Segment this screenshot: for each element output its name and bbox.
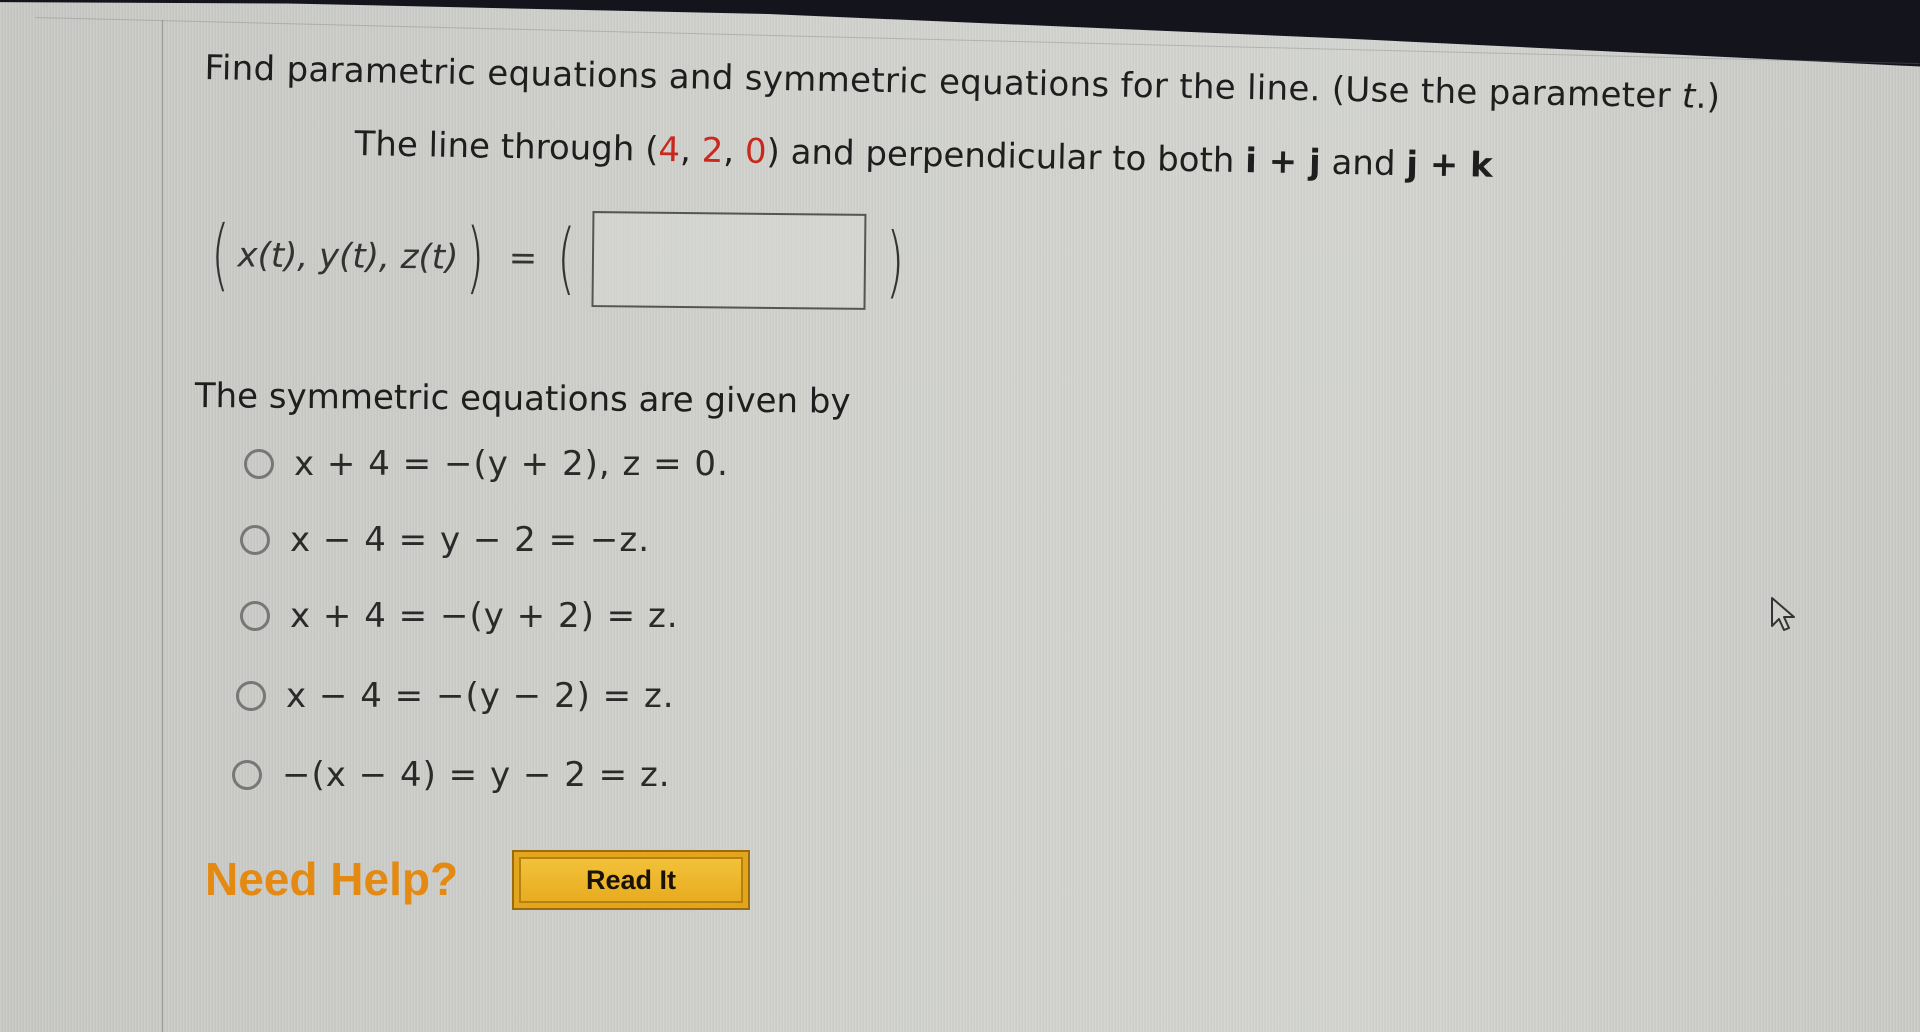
option-label: x + 4 = −(y + 2), z = 0. — [294, 444, 729, 484]
option-label: x − 4 = −(y − 2) = z. — [286, 676, 675, 716]
mouse-pointer-icon — [1771, 597, 1795, 631]
radio-button[interactable] — [240, 601, 270, 631]
point-open: ( — [644, 129, 659, 170]
left-panel-divider — [162, 20, 163, 1032]
point-y: 2 — [701, 130, 724, 172]
parametric-left-expression: x(t), y(t), z(t) — [237, 235, 459, 278]
prompt-conj: and — [1320, 142, 1407, 185]
parameter-symbol: t — [1681, 76, 1696, 117]
read-it-button[interactable]: Read It — [512, 850, 750, 910]
point-close: ) — [766, 131, 781, 173]
symmetric-heading: The symmetric equations are given by — [194, 376, 851, 422]
question-instruction: Find parametric equations and symmetric … — [204, 48, 1720, 117]
option-4[interactable]: x − 4 = −(y − 2) = z. — [236, 676, 675, 716]
point-sep-2: , — [722, 131, 746, 172]
option-2[interactable]: x − 4 = y − 2 = −z. — [240, 520, 650, 560]
right-close-paren: ) — [885, 217, 905, 308]
option-5[interactable]: −(x − 4) = y − 2 = z. — [232, 755, 671, 795]
option-1[interactable]: x + 4 = −(y + 2), z = 0. — [244, 444, 729, 484]
prompt-prefix: The line through — [354, 124, 646, 170]
parametric-equation-row: ( x(t), y(t), z(t) ) = ( ) — [204, 200, 910, 317]
radio-button[interactable] — [244, 449, 274, 479]
prompt-middle: and perpendicular to both — [790, 132, 1246, 182]
screen: Find parametric equations and symmetric … — [0, 0, 1920, 1032]
option-label: x + 4 = −(y + 2) = z. — [290, 596, 679, 636]
need-help-label: Need Help? — [205, 853, 459, 905]
vector-1: i + j — [1244, 141, 1322, 183]
radio-button[interactable] — [236, 681, 266, 711]
instruction-end: .) — [1695, 76, 1721, 118]
equals-sign: = — [508, 238, 538, 279]
vector-2: j + k — [1405, 144, 1494, 186]
read-it-label: Read It — [519, 857, 743, 903]
problem-prompt: The line through (4, 2, 0) and perpendic… — [354, 124, 1493, 186]
option-3[interactable]: x + 4 = −(y + 2) = z. — [240, 596, 679, 636]
point-sep-1: , — [679, 130, 703, 171]
right-open-paren: ( — [556, 213, 577, 304]
point-x: 4 — [658, 129, 681, 171]
point-z: 0 — [744, 131, 767, 172]
instruction-text: Find parametric equations and symmetric … — [204, 48, 1683, 117]
radio-button[interactable] — [240, 525, 270, 555]
option-label: x − 4 = y − 2 = −z. — [290, 520, 651, 560]
left-close-paren: ) — [465, 212, 486, 303]
left-open-paren: ( — [210, 210, 230, 301]
radio-button[interactable] — [232, 760, 262, 790]
option-label: −(x − 4) = y − 2 = z. — [282, 755, 671, 795]
parametric-answer-input[interactable] — [591, 211, 867, 310]
